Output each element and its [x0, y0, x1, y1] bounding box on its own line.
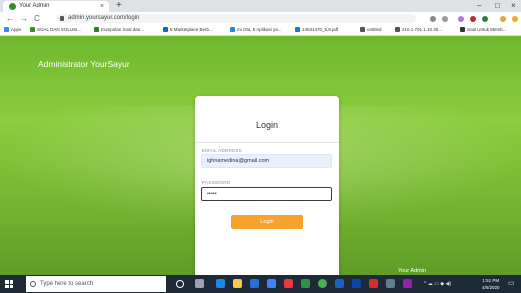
notification-icon[interactable]: ▭ [508, 275, 515, 293]
maximize-icon[interactable]: □ [495, 0, 500, 12]
mail-icon[interactable] [250, 279, 259, 288]
clock[interactable]: 1:51 PM 4/5/2020 [482, 277, 500, 291]
bookmark-item[interactable]: untitled [360, 25, 382, 35]
doc-icon [295, 27, 300, 32]
search-placeholder: Type here to search [40, 281, 94, 287]
login-button[interactable]: Login [231, 215, 303, 229]
reload-icon[interactable]: C [34, 12, 40, 25]
profile-avatar-icon[interactable] [500, 16, 506, 22]
tab-your-admin[interactable]: Your Admin × [3, 1, 109, 12]
extension-icon[interactable] [512, 16, 518, 22]
minimize-icon[interactable]: – [477, 0, 481, 12]
search-icon [30, 281, 36, 287]
word-icon[interactable] [352, 279, 361, 288]
task-view-icon[interactable] [195, 279, 204, 288]
date-text: 4/5/2020 [482, 285, 500, 290]
footer-text: Your Admin [398, 268, 426, 274]
tab-strip: Your Admin × + – □ × [0, 0, 521, 12]
key-icon[interactable] [430, 16, 436, 22]
extension-icon[interactable] [482, 16, 488, 22]
bookmark-item[interactable]: Apps [4, 25, 21, 35]
extension-icon[interactable] [458, 16, 464, 22]
settings-icon[interactable] [386, 279, 395, 288]
bookmark-icon [94, 27, 99, 32]
edge-icon[interactable] [216, 279, 225, 288]
taskbar: Type here to search ^ ☁ ▭ ◆ ◀) 1:51 PM 4… [0, 275, 521, 293]
email-field[interactable]: ighnamedina@gmail.com [201, 154, 332, 168]
password-label: PASSWORD [202, 180, 231, 185]
taskbar-search-input[interactable]: Type here to search [26, 276, 166, 292]
bookmark-item[interactable]: 14531470_5,8.pdf [295, 25, 338, 35]
email-label: EMAIL ADDRESS [202, 148, 242, 153]
password-field[interactable]: ••••• [201, 187, 332, 201]
app-icon[interactable] [301, 279, 310, 288]
close-tab-icon[interactable]: × [100, 2, 104, 11]
pdf-icon[interactable] [369, 279, 378, 288]
apps-icon [4, 27, 9, 32]
brand-title: Administrator YourSayur [38, 59, 130, 69]
bookmark-item[interactable]: 210.1.701.1.10.30... [395, 25, 442, 35]
tray-icons[interactable]: ^ ☁ ▭ ◆ ◀) [424, 275, 451, 293]
lock-icon [60, 16, 64, 21]
new-tab-icon[interactable]: + [116, 0, 122, 12]
tab-title: Your Admin [19, 3, 50, 9]
chrome-icon[interactable] [318, 279, 327, 288]
forward-icon[interactable]: → [20, 12, 28, 25]
address-bar[interactable]: admin.yoursayur.com/login [56, 14, 416, 23]
close-window-icon[interactable]: × [511, 0, 516, 12]
login-title: Login [255, 120, 279, 130]
time-text: 1:51 PM [482, 278, 500, 283]
app-icon[interactable] [284, 279, 293, 288]
bookmark-item[interactable]: Soal Untuk Memb... [460, 25, 507, 35]
bookmark-icon [163, 27, 168, 32]
back-icon[interactable]: ← [6, 12, 14, 25]
extension-icon[interactable] [470, 16, 476, 22]
bookmarks-bar: Apps SOAL DAN SOLUSI... Kumpulan Soal da… [0, 25, 521, 36]
star-icon[interactable] [442, 16, 448, 22]
bookmark-item[interactable]: SOAL DAN SOLUSI... [30, 25, 81, 35]
bookmark-icon [460, 27, 465, 32]
url-text: admin.yoursayur.com/login [68, 15, 140, 21]
login-card: Login EMAIL ADDRESS ighnamedina@gmail.co… [195, 96, 339, 275]
store-icon[interactable] [267, 279, 276, 288]
app-icon[interactable] [403, 279, 412, 288]
bookmark-icon [30, 27, 35, 32]
globe-icon [395, 27, 400, 32]
app-icon[interactable] [335, 279, 344, 288]
bookmark-item[interactable]: Kumpulan Soal dan... [94, 25, 144, 35]
globe-icon [360, 27, 365, 32]
bookmark-item[interactable]: mi Ota, 5 Aplikasi ya... [230, 25, 282, 35]
toolbar: ← → C admin.yoursayur.com/login [0, 12, 521, 25]
file-explorer-icon[interactable] [233, 279, 242, 288]
bookmark-item[interactable]: 5 Marketplace Berb... [163, 25, 213, 35]
page-background: Administrator YourSayur Login EMAIL ADDR… [0, 36, 521, 275]
site-favicon-icon [9, 3, 16, 10]
windows-start-icon[interactable] [5, 280, 13, 288]
cortana-icon[interactable] [176, 280, 184, 288]
bookmark-icon [230, 27, 235, 32]
divider [195, 142, 339, 143]
